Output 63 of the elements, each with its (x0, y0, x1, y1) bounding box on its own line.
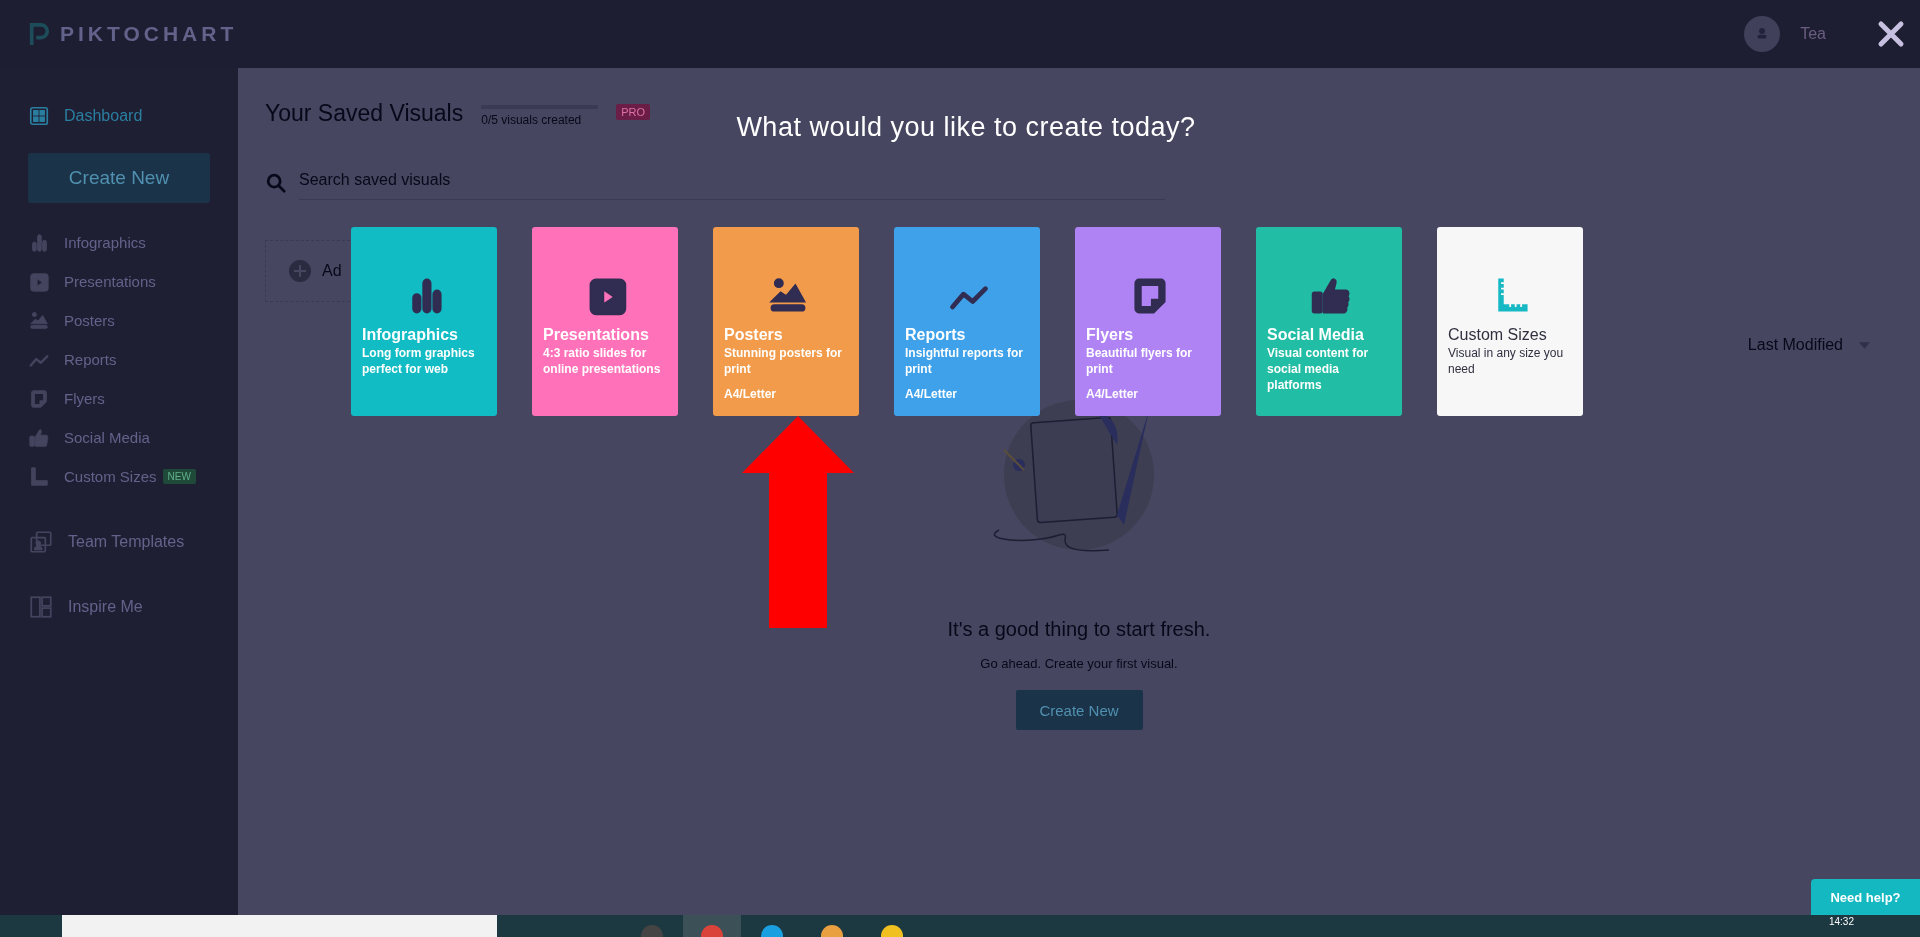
search-field[interactable]: Search saved visuals (299, 165, 1165, 200)
card-title: Social Media (1267, 326, 1365, 344)
play-icon (28, 270, 50, 293)
card-title: Reports (905, 326, 967, 344)
card-title: Presentations (543, 326, 650, 344)
new-badge: NEW (162, 469, 196, 484)
sidebar-item[interactable]: Infographics (28, 223, 146, 262)
card-description: Long form graphics perfect for web (362, 345, 476, 377)
modal-title: What would you like to create today? (736, 112, 1196, 143)
create-new-button[interactable]: Create New (28, 153, 210, 203)
logo-text: PIKTOCHART (60, 22, 238, 46)
create-new-button[interactable]: Create New (1015, 690, 1143, 730)
sidebar-item[interactable]: Reports (28, 340, 117, 379)
card-format: A4/Letter (905, 387, 958, 401)
sidebar-item[interactable]: Presentations (28, 262, 156, 301)
template-stack-icon (28, 528, 54, 555)
user-name: Tea (1800, 25, 1826, 43)
template-card[interactable]: Infographics Long form graphics perfect for web (351, 227, 497, 416)
empty-heading: It's a good thing to start fresh. (947, 618, 1211, 641)
landscape-icon (28, 309, 50, 332)
quota-text: 0/5 visuals created (481, 113, 583, 127)
thumbs-up-icon (28, 426, 50, 449)
taskbar-search-field[interactable] (62, 915, 497, 937)
help-button[interactable]: Need help? (1811, 879, 1920, 915)
template-card[interactable]: Reports Insightful reports for print A4/Letter (894, 227, 1040, 416)
card-description: 4:3 ratio slides for online presentations (543, 345, 662, 377)
card-title: Posters (724, 326, 784, 344)
page-icon (28, 387, 50, 410)
card-format: A4/Letter (724, 387, 777, 401)
pro-badge: PRO (616, 104, 651, 120)
dashboard-icon (28, 104, 50, 127)
sidebar-item[interactable]: Social Media (28, 418, 150, 457)
template-card[interactable]: Posters Stunning posters for print A4/Letter (713, 227, 859, 416)
card-description: Visual content for social media platforms (1267, 345, 1370, 393)
clock-text: 14:32 (1828, 915, 1854, 929)
card-title: Custom Sizes (1448, 326, 1548, 344)
card-description: Stunning posters for print (724, 345, 843, 377)
card-title: Infographics (362, 326, 459, 344)
sort-dropdown[interactable]: Last Modified (1747, 336, 1870, 354)
page-title: Your Saved Visuals (265, 100, 464, 127)
sidebar-item[interactable]: Inspire Me (28, 587, 143, 626)
template-card[interactable]: Flyers Beautiful flyers for print A4/Letter (1075, 227, 1221, 416)
template-card[interactable]: Custom Sizes Visual in any size you need (1437, 227, 1583, 416)
card-description: Beautiful flyers for print (1086, 345, 1194, 377)
logo-icon (28, 21, 50, 47)
ruler-icon (28, 465, 50, 488)
card-description: Insightful reports for print (905, 345, 1024, 377)
empty-text: Go ahead. Create your first visual. (980, 656, 1178, 671)
card-format: A4/Letter (1086, 387, 1139, 401)
add-button[interactable]: Ad (265, 240, 350, 302)
plus-icon (288, 259, 312, 283)
sidebar-item[interactable]: Team Templates (28, 522, 185, 561)
card-description: Visual in any size you need (1448, 345, 1565, 377)
sidebar-item[interactable]: Posters (28, 301, 115, 340)
search-icon (265, 171, 287, 194)
template-card[interactable]: Social Media Visual content for social media platforms (1256, 227, 1402, 416)
card-title: Flyers (1086, 326, 1135, 344)
sidebar-item[interactable]: Custom Sizes (28, 457, 157, 496)
layout-icon (28, 593, 54, 620)
sidebar-item[interactable]: Dashboard (28, 96, 143, 135)
template-card[interactable]: Presentations 4:3 ratio slides for online presentations (532, 227, 678, 416)
close-icon[interactable] (1876, 19, 1906, 49)
sidebar-item[interactable]: Flyers (28, 379, 105, 418)
